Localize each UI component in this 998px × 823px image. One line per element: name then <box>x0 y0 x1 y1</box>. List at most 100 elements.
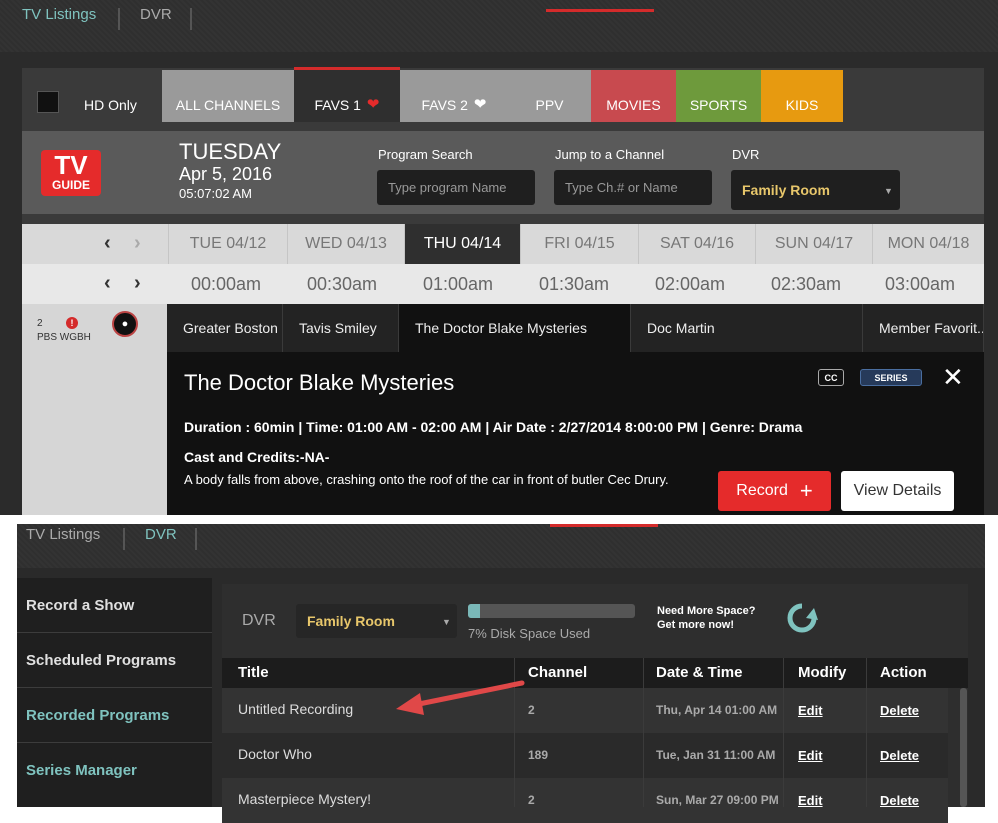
column-divider <box>866 658 867 807</box>
sidebar-item-recorded-programs[interactable]: Recorded Programs <box>26 707 169 724</box>
nav-tv-listings[interactable]: TV Listings <box>22 6 96 23</box>
row-channel: 2 <box>528 793 535 807</box>
day-tab-selected[interactable]: THU 04/14 <box>404 224 520 264</box>
column-divider <box>643 658 644 807</box>
dvr-select[interactable]: Family Room <box>731 170 900 210</box>
detail-title: The Doctor Blake Mysteries <box>184 370 455 395</box>
pbs-logo-icon[interactable]: ● <box>112 311 138 337</box>
program-search-input[interactable]: Type program Name <box>377 170 535 205</box>
nav-divider <box>195 528 197 550</box>
nav-divider <box>123 528 125 550</box>
tab-movies[interactable]: MOVIES <box>591 70 676 122</box>
tab-all-channels[interactable]: ALL CHANNELS <box>162 70 294 122</box>
delete-link[interactable]: Delete <box>880 793 919 808</box>
annotation-arrow-icon <box>396 680 525 715</box>
day-tab[interactable]: MON 04/18 <box>872 224 984 264</box>
close-icon[interactable]: ✕ <box>942 362 964 393</box>
program-cell[interactable]: Tavis Smiley <box>283 304 399 352</box>
column-header-action: Action <box>880 664 927 681</box>
dvr-select[interactable]: Family Room <box>296 604 457 638</box>
record-label: Record <box>736 482 788 499</box>
table-scrollbar[interactable] <box>960 688 967 807</box>
alert-icon: ! <box>66 317 78 329</box>
sidebar-item-scheduled-programs[interactable]: Scheduled Programs <box>26 652 176 669</box>
day-tab[interactable]: FRI 04/15 <box>520 224 638 264</box>
row-title: Masterpiece Mystery! <box>238 791 372 807</box>
time-slot: 02:30am <box>770 273 842 294</box>
nav-tv-listings[interactable]: TV Listings <box>26 526 100 543</box>
tab-favs-2[interactable]: FAVS 2 ❤ <box>400 70 508 122</box>
nav-active-indicator <box>550 524 658 527</box>
delete-link[interactable]: Delete <box>880 748 919 763</box>
tab-favs-1[interactable]: FAVS 1 ❤ <box>294 70 400 122</box>
program-cell[interactable]: Greater Boston <box>167 304 283 352</box>
day-tab[interactable]: SUN 04/17 <box>755 224 872 264</box>
logo-text: GUIDE <box>51 178 90 192</box>
day-tab[interactable]: SAT 04/16 <box>638 224 755 264</box>
column-divider <box>783 658 784 807</box>
record-button[interactable]: Record + <box>718 471 831 511</box>
column-header-date-time[interactable]: Date & Time <box>656 664 742 681</box>
disk-usage-text: 7% Disk Space Used <box>468 626 591 641</box>
edit-link[interactable]: Edit <box>798 793 823 808</box>
prev-time-arrow[interactable]: ‹ <box>104 272 111 295</box>
tab-ppv[interactable]: PPV <box>508 70 591 122</box>
edit-link[interactable]: Edit <box>798 748 823 763</box>
column-header-title[interactable]: Title <box>238 664 269 681</box>
tab-kids[interactable]: KIDS <box>761 70 843 122</box>
current-day: TUESDAY <box>179 139 282 164</box>
nav-divider <box>190 8 192 30</box>
heart-icon: ❤ <box>473 96 487 113</box>
time-slot: 01:30am <box>538 273 610 294</box>
current-date: Apr 5, 2016 <box>179 164 273 184</box>
jump-channel-input[interactable]: Type Ch.# or Name <box>554 170 712 205</box>
tab-label: FAVS 2 <box>421 97 468 113</box>
refresh-icon[interactable] <box>784 600 820 636</box>
program-cell[interactable]: Doc Martin <box>631 304 863 352</box>
need-more-line: Need More Space? <box>657 605 756 617</box>
detail-info: Duration : 60min | Time: 01:00 AM - 02:0… <box>184 419 803 435</box>
table-row <box>222 733 948 778</box>
tv-guide-logo: TV GUIDE <box>41 150 101 196</box>
nav-dvr[interactable]: DVR <box>140 6 172 23</box>
nav-active-indicator <box>546 9 654 12</box>
tab-label: SPORTS <box>689 97 748 113</box>
program-cell[interactable]: Member Favorit... <box>863 304 984 352</box>
column-header-modify: Modify <box>798 664 847 681</box>
series-badge: SERIES <box>860 369 922 386</box>
delete-link[interactable]: Delete <box>880 703 919 718</box>
jump-channel-label: Jump to a Channel <box>555 147 665 162</box>
disk-usage-fill <box>468 604 480 618</box>
tab-label: FAVS 1 <box>314 97 361 113</box>
next-time-arrow[interactable]: › <box>134 272 141 295</box>
row-title: Untitled Recording <box>238 701 354 717</box>
heart-icon: ❤ <box>366 96 380 113</box>
sidebar-item-series-manager[interactable]: Series Manager <box>26 762 137 779</box>
day-tab[interactable]: WED 04/13 <box>287 224 404 264</box>
sidebar-divider <box>17 742 212 743</box>
day-tab[interactable]: TUE 04/12 <box>168 224 287 264</box>
tab-label: KIDS <box>785 97 819 113</box>
need-more-space-link[interactable]: Need More Space? Get more now! <box>657 604 755 632</box>
chevron-down-icon: ▼ <box>442 617 451 627</box>
view-details-button[interactable]: View Details <box>841 471 954 511</box>
tab-sports[interactable]: SPORTS <box>676 70 761 122</box>
nav-divider <box>118 8 120 30</box>
sidebar-divider <box>17 632 212 633</box>
hd-only-label: HD Only <box>84 97 137 113</box>
time-slot: 00:30am <box>306 273 378 294</box>
column-header-channel[interactable]: Channel <box>528 664 587 681</box>
need-more-line: Get more now! <box>657 619 735 631</box>
program-cell-selected[interactable]: The Doctor Blake Mysteries <box>399 304 631 352</box>
tab-label: MOVIES <box>606 97 661 113</box>
sidebar-item-record-a-show[interactable]: Record a Show <box>26 597 134 614</box>
hd-only-checkbox[interactable] <box>37 91 59 113</box>
detail-cast: Cast and Credits:-NA- <box>184 449 330 465</box>
time-slot: 00:00am <box>190 273 262 294</box>
nav-dvr[interactable]: DVR <box>145 526 177 543</box>
row-channel: 189 <box>528 748 549 762</box>
edit-link[interactable]: Edit <box>798 703 823 718</box>
prev-day-arrow[interactable]: ‹ <box>104 232 111 255</box>
disk-usage-bar <box>468 604 635 618</box>
next-day-arrow[interactable]: › <box>134 232 141 255</box>
